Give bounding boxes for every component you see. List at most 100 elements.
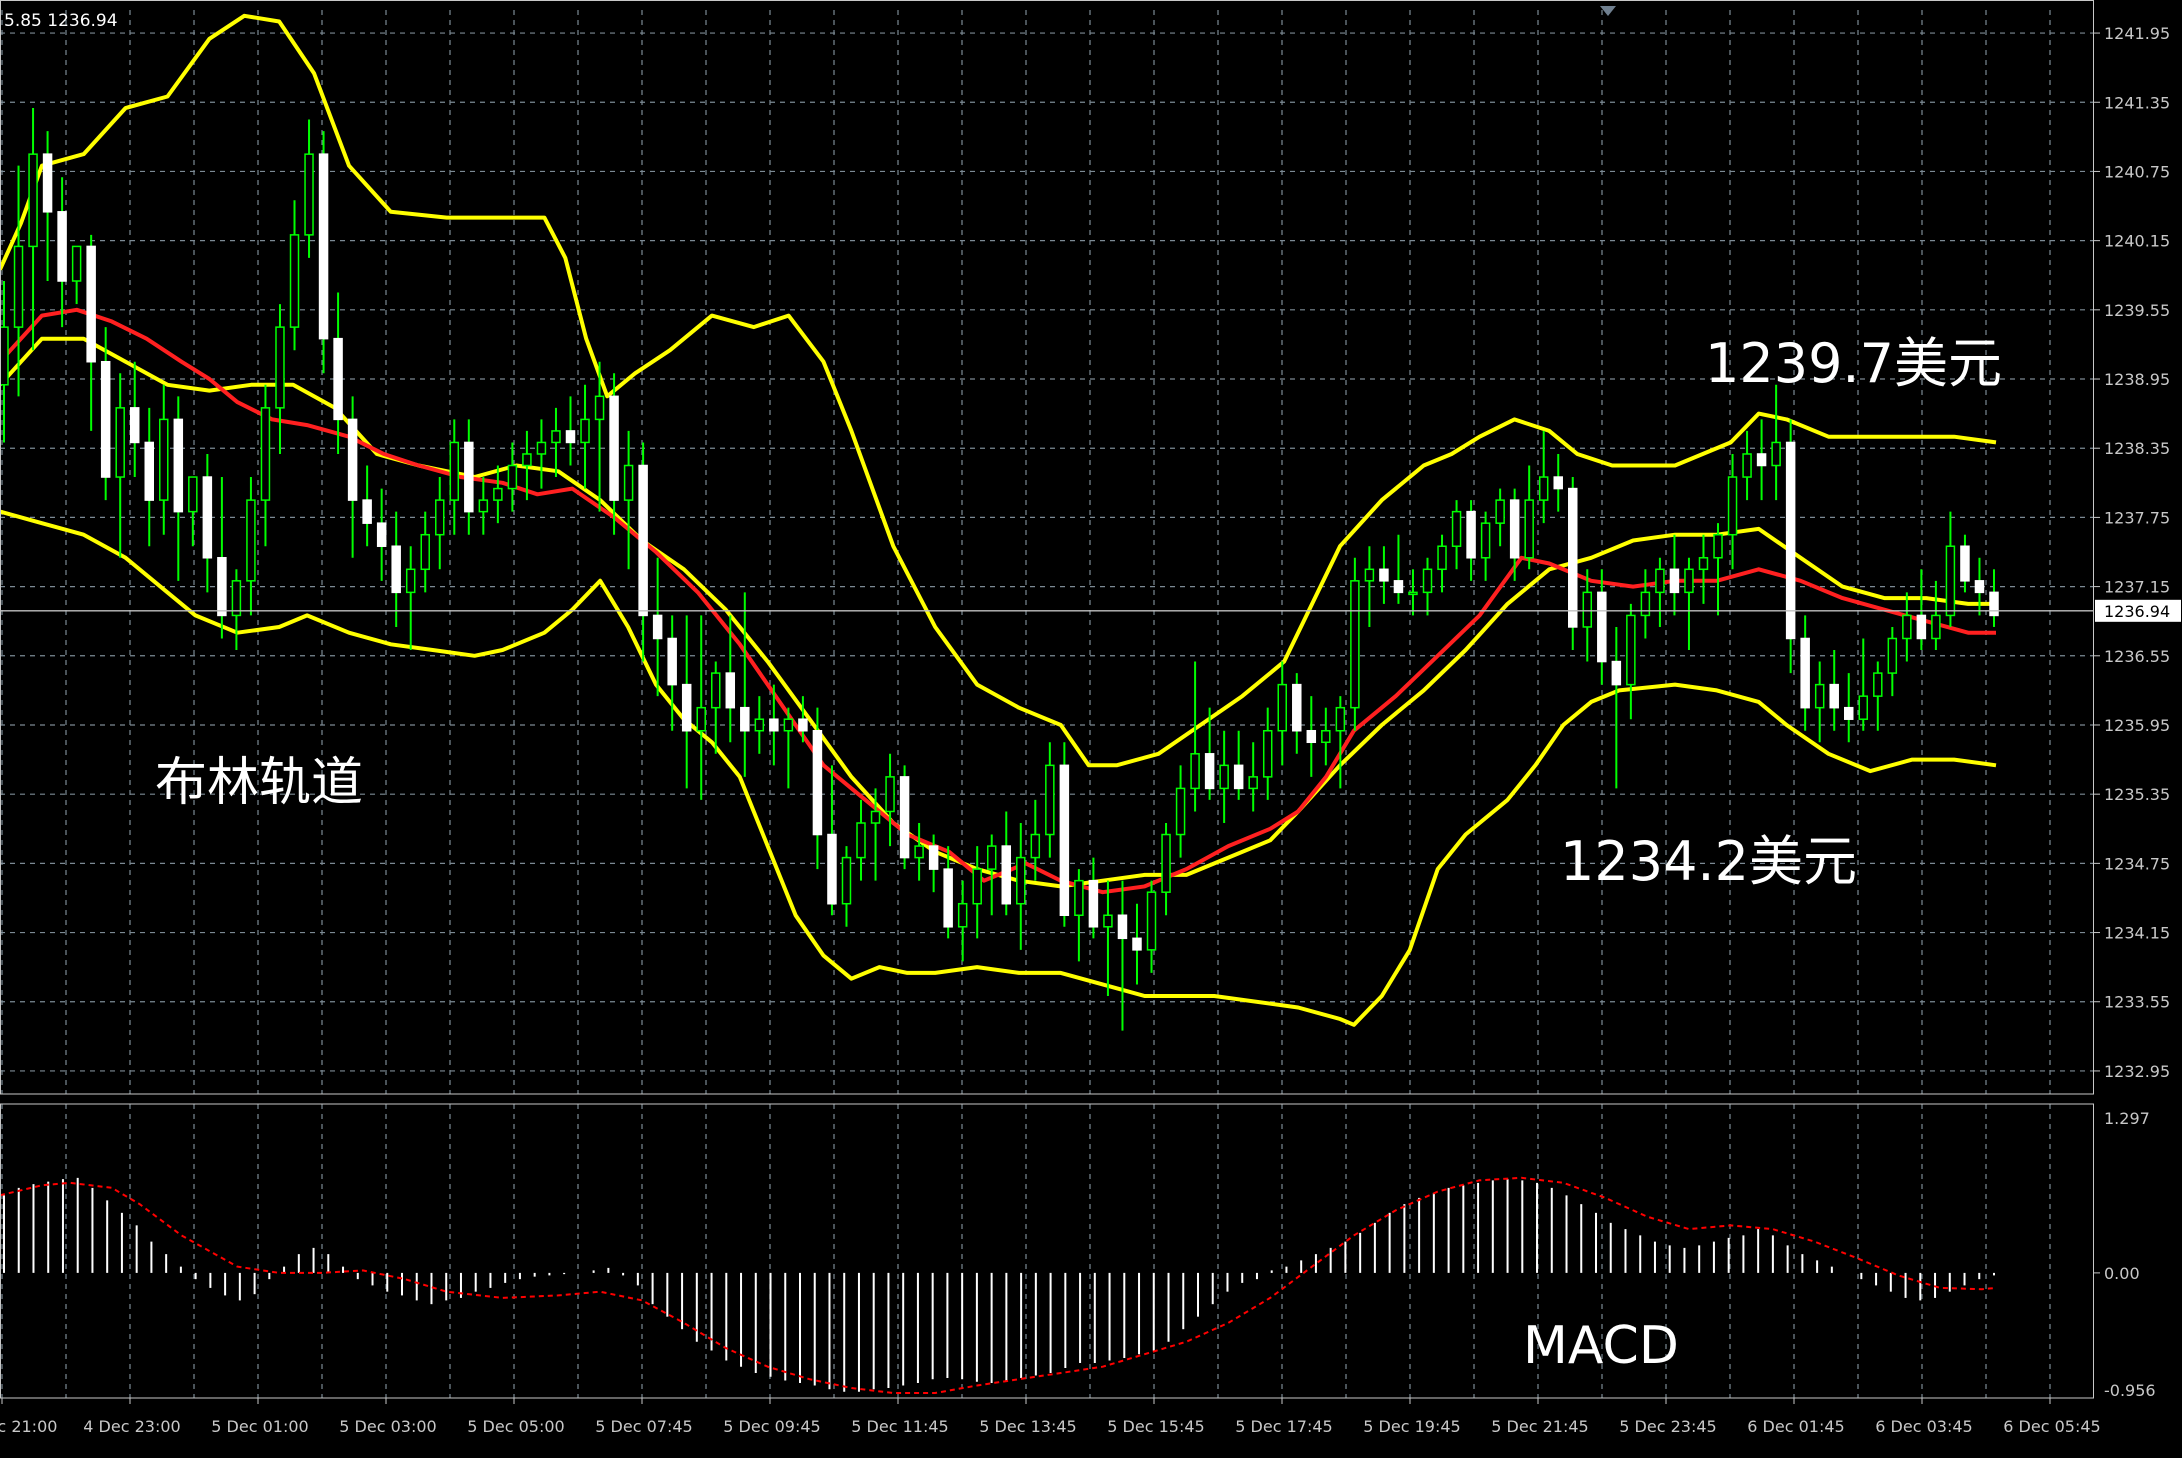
candle-body <box>667 637 677 686</box>
candle-body <box>899 776 910 859</box>
candle-body <box>420 533 430 571</box>
candle-body <box>1233 764 1244 790</box>
candle-body <box>275 326 285 409</box>
candle-body <box>1698 557 1709 571</box>
macd-tick-label: -0.956 <box>2104 1381 2156 1400</box>
macd-label: MACD <box>1523 1316 1679 1376</box>
candle-body <box>318 153 329 340</box>
candle-body <box>1524 499 1534 559</box>
candle-body <box>536 441 547 455</box>
candle-body <box>623 464 634 501</box>
candle-body <box>391 545 401 594</box>
candle-body <box>1350 580 1360 709</box>
chart-svg: 1241.95 1241.35 1240.75 1240.15 1239.55 1238.… <box>0 0 2182 1454</box>
candle-body <box>1495 499 1505 524</box>
annotation-lower-band: 1234.2美元 <box>1560 830 1857 893</box>
candle-body <box>522 453 532 467</box>
candle-body <box>217 557 227 617</box>
candle-body <box>86 245 96 363</box>
candle-body <box>1321 729 1331 744</box>
candle-body <box>1655 568 1665 594</box>
candle-body <box>1538 476 1549 501</box>
candle-body <box>1568 487 1578 628</box>
candle-body <box>1945 545 1956 617</box>
candle-body <box>652 614 663 640</box>
candle-body <box>638 464 648 617</box>
candle-body <box>1219 764 1229 790</box>
candle-body <box>1277 683 1287 732</box>
x-tick-label: 5 Dec 17:45 <box>1235 1417 1332 1436</box>
candle-body <box>1713 533 1723 559</box>
annotation-upper-band: 1239.7美元 <box>1705 332 2002 395</box>
candle-body <box>304 153 314 236</box>
candle-body <box>1742 453 1752 478</box>
x-tick-label: 5 Dec 21:45 <box>1491 1417 1588 1436</box>
candle-body <box>1960 545 1970 582</box>
candle-body <box>1306 729 1317 744</box>
y-tick-label: 1235.35 <box>2104 785 2170 804</box>
candle-body <box>769 718 779 732</box>
y-tick-label: 1232.95 <box>2104 1062 2170 1081</box>
candle-body <box>551 430 561 444</box>
candle-body <box>1016 856 1026 905</box>
candle-body <box>1437 545 1447 571</box>
candle-body <box>115 407 125 478</box>
candle-body <box>914 845 924 859</box>
y-tick-label: 1237.75 <box>2104 508 2170 527</box>
candle-body <box>812 729 823 836</box>
candle-body <box>1146 891 1157 951</box>
x-tick-label: 6 Dec 01:45 <box>1747 1417 1844 1436</box>
candle-body <box>1916 614 1927 640</box>
candle-body <box>1248 776 1258 790</box>
y-tick-label: 1236.55 <box>2104 647 2170 666</box>
candle-body <box>1873 672 1883 697</box>
candle-body <box>1684 568 1694 594</box>
candle-body <box>1669 568 1680 594</box>
candle-body <box>609 395 619 501</box>
candle-body <box>711 672 721 709</box>
candle-body <box>260 407 271 501</box>
candle-body <box>798 718 808 732</box>
x-tick-label: 6 Dec 05:45 <box>2003 1417 2100 1436</box>
candle-body <box>594 395 605 421</box>
candle-body <box>347 418 358 501</box>
x-tick-label: 4 Dec 21:00 <box>0 1417 57 1436</box>
candle-body <box>754 718 765 732</box>
candle-body <box>1117 914 1128 940</box>
candle-body <box>1931 614 1941 640</box>
candle-body <box>565 430 576 444</box>
x-tick-label: 5 Dec 19:45 <box>1363 1417 1460 1436</box>
x-tick-label: 5 Dec 09:45 <box>723 1417 820 1436</box>
x-tick-label: 5 Dec 11:45 <box>851 1417 948 1436</box>
candle-body <box>1582 591 1593 628</box>
candle-body <box>333 337 343 421</box>
candle-body <box>1553 476 1563 490</box>
current-price-label: 1236.94 <box>2104 602 2170 621</box>
candle-body <box>1161 833 1171 893</box>
candle-body <box>1074 879 1084 917</box>
x-tick-label: 5 Dec 23:45 <box>1619 1417 1716 1436</box>
candle-body <box>1844 706 1854 720</box>
y-tick-label: 1235.95 <box>2104 716 2170 735</box>
y-tick-label: 1240.75 <box>2104 162 2170 181</box>
candle-body <box>188 476 198 513</box>
candle-body <box>1190 753 1200 790</box>
candle-body <box>1597 591 1607 663</box>
x-tick-label: 5 Dec 15:45 <box>1107 1417 1204 1436</box>
candle-body <box>1858 695 1869 720</box>
candle-body <box>943 868 953 928</box>
candle-body <box>1292 683 1302 732</box>
candle-body <box>405 568 416 594</box>
candle-body <box>1045 764 1055 836</box>
candle-body <box>1756 453 1767 467</box>
x-tick-label: 5 Dec 13:45 <box>979 1417 1076 1436</box>
candle-body <box>13 245 24 328</box>
x-tick-label: 5 Dec 07:45 <box>595 1417 692 1436</box>
candle-body <box>1771 441 1781 467</box>
candle-body <box>464 441 474 513</box>
header-text: 5.85 1236.94 <box>4 11 118 31</box>
candle-body <box>1814 683 1825 709</box>
candle-body <box>1902 614 1912 640</box>
candle-body <box>100 360 111 478</box>
candle-body <box>1626 614 1636 686</box>
